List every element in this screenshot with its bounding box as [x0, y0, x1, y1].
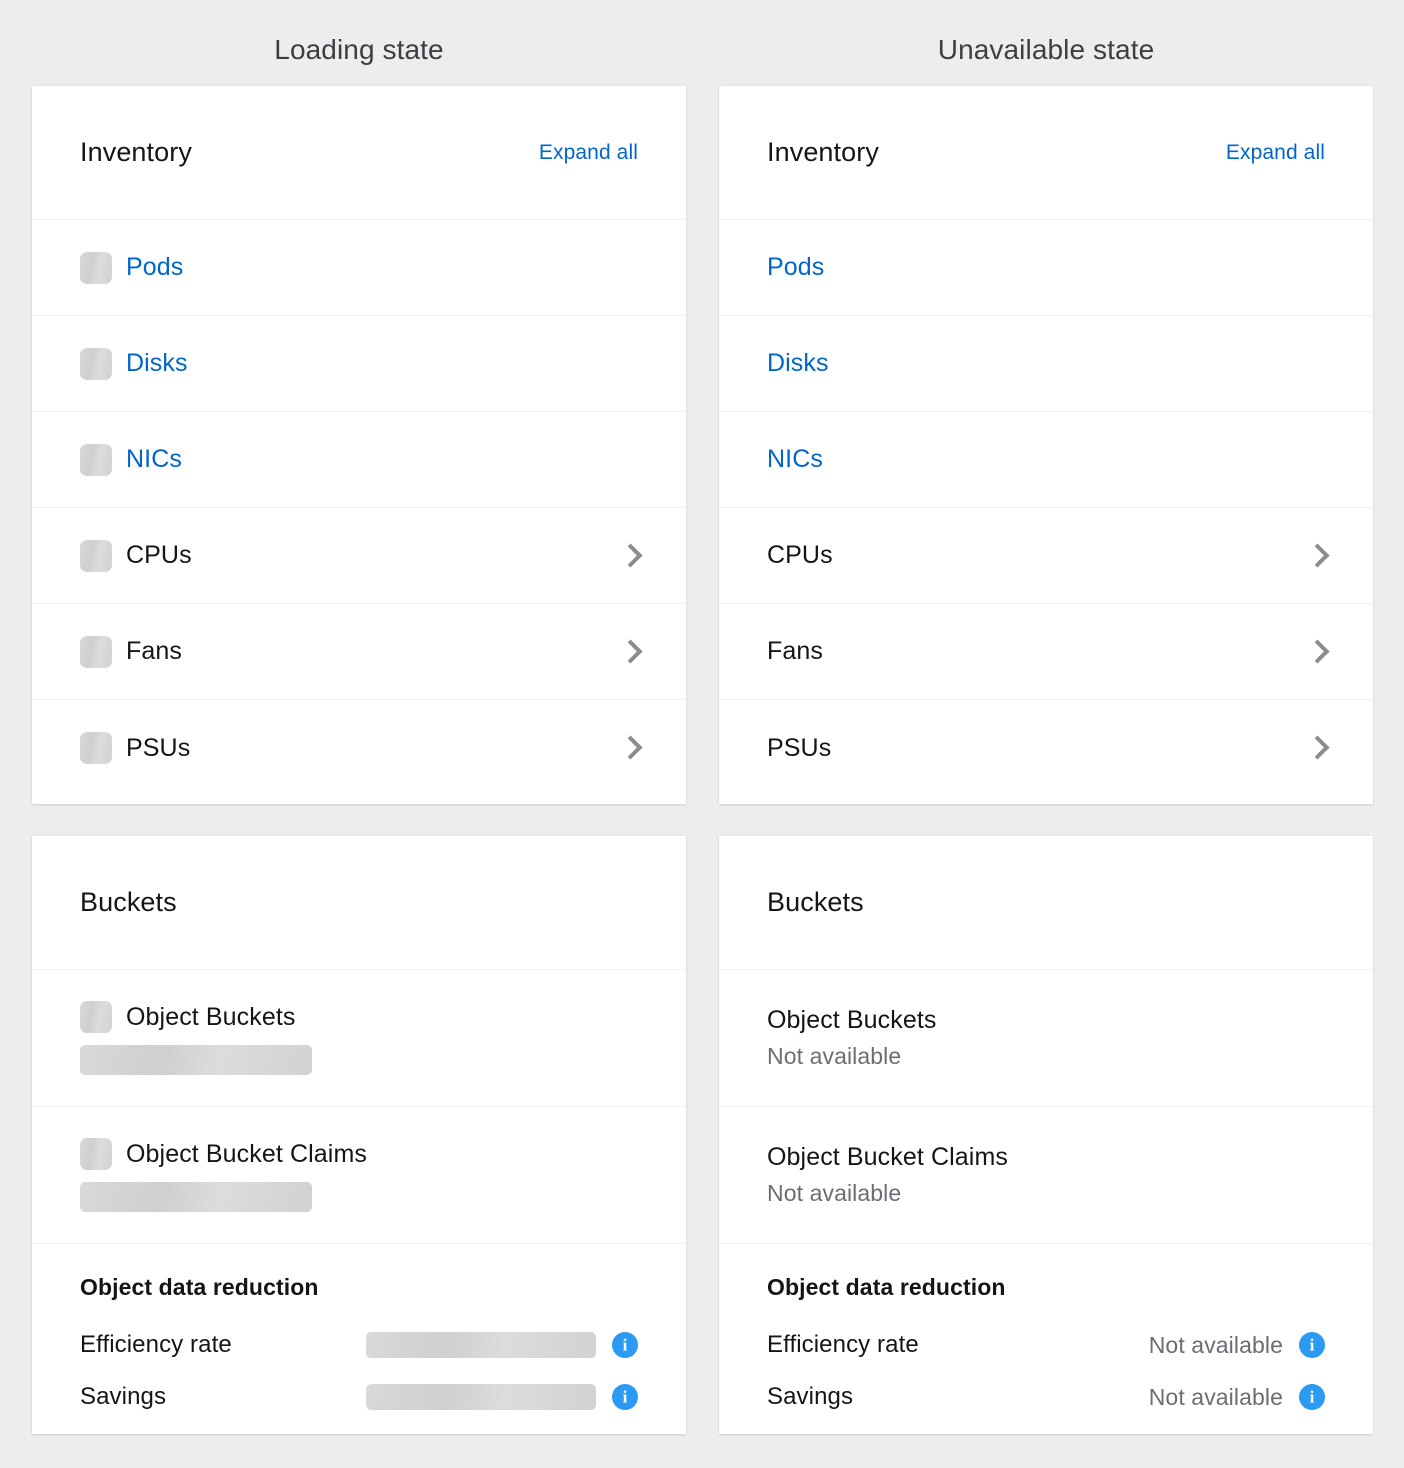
buckets-card-title: Buckets [80, 887, 177, 917]
metric-label: Savings [767, 1383, 854, 1410]
buckets-card-header: Buckets [32, 836, 686, 970]
skeleton-placeholder-icon [80, 1138, 112, 1170]
metric-value-wrap: Not available i [1149, 1332, 1325, 1359]
skeleton-placeholder-value [366, 1332, 596, 1358]
skeleton-placeholder-value [80, 1045, 312, 1075]
metric-value: Not available [1148, 1383, 1283, 1410]
buckets-row-head: Object Bucket Claims [80, 1138, 638, 1170]
metric-efficiency-rate: Efficiency rate i [80, 1319, 638, 1371]
info-circle-icon[interactable]: i [1299, 1332, 1325, 1358]
inventory-card-header: Inventory Expand all [719, 86, 1373, 220]
chevron-right-icon[interactable] [620, 638, 638, 666]
inventory-card-unavailable: Inventory Expand all Pods Disks NICs CPU… [719, 86, 1373, 804]
inventory-row-pods[interactable]: Pods [32, 220, 686, 316]
metric-savings: Savings i [80, 1371, 638, 1423]
inventory-row-nics[interactable]: NICs [32, 412, 686, 508]
info-circle-icon[interactable]: i [612, 1332, 638, 1358]
inventory-row-label[interactable]: Disks [126, 349, 188, 378]
skeleton-placeholder-value [366, 1384, 596, 1410]
expand-all-link[interactable]: Expand all [1226, 141, 1325, 165]
buckets-row-label: Object Buckets [767, 1006, 937, 1034]
inventory-row-label: Fans [126, 637, 182, 665]
buckets-card-title: Buckets [767, 887, 864, 917]
column-heading-unavailable: Unavailable state [937, 34, 1155, 65]
inventory-row-label[interactable]: Disks [767, 349, 829, 378]
inventory-row-label[interactable]: NICs [126, 445, 182, 474]
skeleton-placeholder-icon [80, 635, 112, 668]
object-data-reduction-section: Object data reduction Efficiency rate No… [719, 1244, 1373, 1423]
buckets-row-object-buckets: Object Buckets [32, 970, 686, 1107]
inventory-row-label: PSUs [126, 733, 191, 762]
metric-efficiency-rate: Efficiency rate Not available i [767, 1319, 1325, 1371]
inventory-row-label: CPUs [126, 541, 192, 569]
inventory-row-psus[interactable]: PSUs [32, 700, 686, 796]
inventory-row-disks[interactable]: Disks [719, 316, 1373, 412]
chevron-right-icon[interactable] [620, 734, 638, 762]
inventory-row-label: CPUs [767, 541, 833, 569]
buckets-row-value: Not available [767, 1043, 902, 1069]
buckets-row-object-bucket-claims: Object Bucket Claims [32, 1107, 686, 1244]
buckets-row-label: Object Buckets [126, 1002, 296, 1031]
object-data-reduction-title: Object data reduction [80, 1274, 319, 1300]
metric-label: Efficiency rate [767, 1331, 919, 1358]
inventory-card-header: Inventory Expand all [32, 86, 686, 220]
buckets-card-unavailable: Buckets Object Buckets Not available Obj… [719, 836, 1373, 1434]
buckets-row-label: Object Bucket Claims [767, 1143, 1008, 1171]
buckets-row-object-buckets: Object Buckets Not available [719, 970, 1373, 1107]
metric-value-wrap: i [366, 1384, 638, 1410]
metric-savings: Savings Not available i [767, 1371, 1325, 1423]
inventory-row-label: Fans [767, 637, 823, 665]
buckets-row-head: Object Bucket Claims [767, 1143, 1325, 1172]
buckets-row-head: Object Buckets [767, 1006, 1325, 1035]
chevron-right-icon[interactable] [620, 542, 638, 570]
skeleton-placeholder-icon [80, 347, 112, 380]
inventory-row-label[interactable]: NICs [767, 445, 823, 474]
skeleton-placeholder-icon [80, 732, 112, 764]
inventory-row-label[interactable]: Pods [767, 253, 824, 282]
chevron-right-icon[interactable] [1307, 638, 1325, 666]
metric-value: Not available [1148, 1331, 1283, 1358]
buckets-row-value: Not available [767, 1180, 902, 1206]
skeleton-placeholder-icon [80, 1001, 112, 1033]
inventory-row-label: PSUs [767, 733, 832, 762]
skeleton-placeholder-icon [80, 251, 112, 284]
buckets-row-label: Object Bucket Claims [126, 1139, 367, 1168]
inventory-row-label[interactable]: Pods [126, 253, 183, 282]
inventory-row-cpus[interactable]: CPUs [719, 508, 1373, 604]
inventory-row-fans[interactable]: Fans [32, 604, 686, 700]
inventory-row-disks[interactable]: Disks [32, 316, 686, 412]
info-circle-icon[interactable]: i [612, 1384, 638, 1410]
inventory-card-title: Inventory [80, 137, 192, 167]
chevron-right-icon[interactable] [1307, 542, 1325, 570]
inventory-card-title: Inventory [767, 137, 879, 167]
metric-value-wrap: i [366, 1332, 638, 1358]
buckets-card-header: Buckets [719, 836, 1373, 970]
inventory-row-cpus[interactable]: CPUs [32, 508, 686, 604]
info-circle-icon[interactable]: i [1299, 1384, 1325, 1410]
metric-label: Savings [80, 1383, 167, 1410]
skeleton-placeholder-value [80, 1182, 312, 1212]
inventory-row-pods[interactable]: Pods [719, 220, 1373, 316]
buckets-row-object-bucket-claims: Object Bucket Claims Not available [719, 1107, 1373, 1244]
inventory-row-fans[interactable]: Fans [719, 604, 1373, 700]
skeleton-placeholder-icon [80, 539, 112, 572]
metric-value-wrap: Not available i [1149, 1384, 1325, 1411]
inventory-card-loading: Inventory Expand all Pods Disks NICs CPU… [32, 86, 686, 804]
expand-all-link[interactable]: Expand all [539, 141, 638, 165]
states-comparison-page: Loading state Unavailable state Inventor… [0, 0, 1404, 1468]
object-data-reduction-title: Object data reduction [767, 1274, 1006, 1300]
inventory-row-nics[interactable]: NICs [719, 412, 1373, 508]
buckets-row-head: Object Buckets [80, 1001, 638, 1033]
column-heading-loading: Loading state [274, 34, 444, 65]
buckets-card-loading: Buckets Object Buckets Object Bucket Cla… [32, 836, 686, 1434]
chevron-right-icon[interactable] [1307, 734, 1325, 762]
metric-label: Efficiency rate [80, 1331, 232, 1358]
object-data-reduction-section: Object data reduction Efficiency rate i … [32, 1244, 686, 1423]
skeleton-placeholder-icon [80, 443, 112, 476]
inventory-row-psus[interactable]: PSUs [719, 700, 1373, 796]
